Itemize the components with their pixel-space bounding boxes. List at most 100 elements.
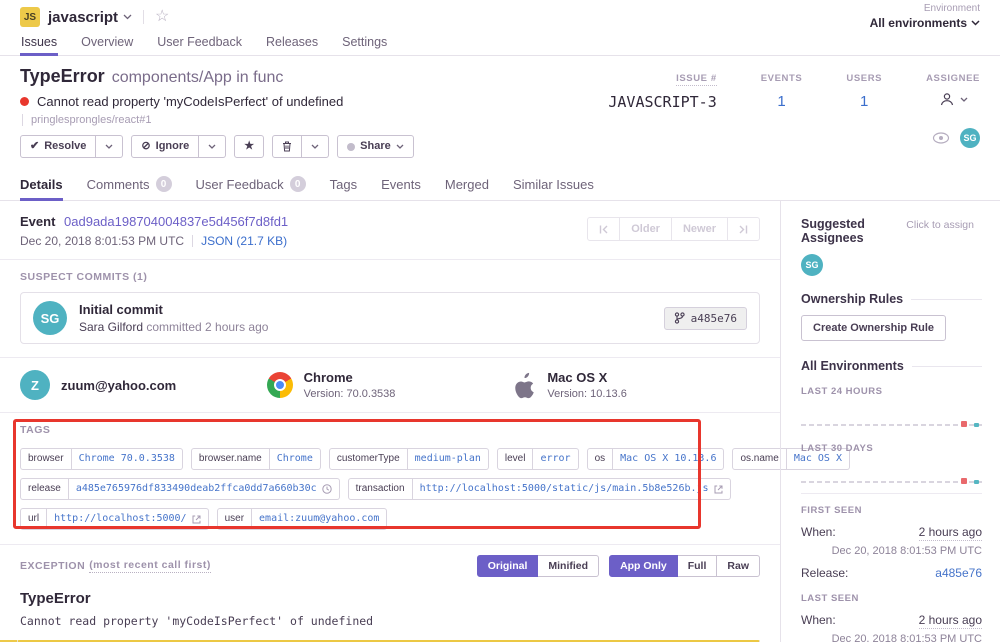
participant-avatar[interactable]: SG [960,128,980,148]
tag-transaction: transactionhttp://localhost:5000/static/… [348,478,731,500]
nav-item-settings[interactable]: Settings [341,30,388,55]
events-count[interactable]: 1 [761,93,803,110]
users-count[interactable]: 1 [846,93,882,110]
source-toggle-group: Original Minified [477,555,599,577]
first-seen-heading: FIRST SEEN [801,505,982,516]
tag-value-link[interactable]: email:zuum@yahoo.com [252,508,387,530]
app-only-toggle[interactable]: App Only [609,555,678,577]
context-user: Z zuum@yahoo.com [20,370,267,400]
tag-value-link[interactable]: a485e765976df833490deab2ffca0dd7a660b30c [69,478,340,500]
users-label: USERS [846,73,882,84]
external-link-icon [192,515,201,524]
nav-item-issues[interactable]: Issues [20,30,58,56]
apple-icon [513,372,536,399]
environment-selector[interactable]: All environments [870,16,980,31]
issue-actions: ✔ Resolve ⊘ Ignore ★ Share [20,135,980,170]
frames-toggle-group: App Only Full Raw [609,555,760,577]
delete-dropdown-button[interactable] [302,135,329,158]
tag-value-link[interactable]: error [533,448,578,470]
older-event-button[interactable]: Older [620,217,672,241]
create-ownership-rule-button[interactable]: Create Ownership Rule [801,315,946,341]
issue-stats: ISSUE # JAVASCRIPT-3 EVENTS 1 USERS 1 AS… [608,68,980,111]
subscribe-eye-icon[interactable] [932,132,950,144]
environment-label: Environment [870,3,980,16]
assignee-dropdown[interactable] [926,91,980,107]
minified-toggle[interactable]: Minified [538,555,599,577]
tag-value-link[interactable]: Mac OS X 10.13.6 [613,448,724,470]
issue-annotation-link[interactable]: pringlesprongles/react#1 [22,114,980,126]
exception-heading: EXCEPTION [20,560,85,572]
exception-value: Cannot read property 'myCodeIsPerfect' o… [20,614,760,628]
issue-type-title: TypeError [20,66,105,86]
raw-toggle[interactable]: Raw [717,555,760,577]
chevron-down-icon[interactable] [123,14,132,20]
share-button[interactable]: Share [337,135,414,158]
events-sparkline-24h [801,397,982,430]
tag-value-link[interactable]: medium-plan [408,448,489,470]
ignore-dropdown-button[interactable] [199,135,226,158]
browser-version: Version: 70.0.3538 [304,388,396,400]
commit-author-avatar: SG [33,301,67,335]
user-avatar: Z [20,370,50,400]
chrome-icon [267,372,293,398]
tag-release: releasea485e765976df833490deab2ffca0dd7a… [20,478,340,500]
event-id-link[interactable]: 0ad9ada198704004837e5d456f7d8fd1 [64,214,288,229]
nav-item-overview[interactable]: Overview [80,30,134,55]
tag-value-link[interactable]: Chrome 70.0.3538 [72,448,183,470]
issue-sidebar: Suggested AssigneesClick to assign SG Ow… [780,201,1000,642]
tab-comments[interactable]: Comments0 [87,170,172,200]
suggested-assignees-title: Suggested Assignees [801,217,900,245]
share-status-dot [347,143,355,151]
nav-item-releases[interactable]: Releases [265,30,319,55]
original-toggle[interactable]: Original [477,555,539,577]
event-toolbar: Event 0ad9ada198704004837e5d456f7d8fd1 D… [0,201,780,260]
when-label: When: [801,613,836,627]
first-seen-release-link[interactable]: a485e76 [935,566,982,580]
feedback-count-badge: 0 [290,176,306,192]
newest-event-button[interactable] [728,217,760,241]
tab-details[interactable]: Details [20,170,63,201]
tab-events[interactable]: Events [381,170,421,200]
nav-item-user-feedback[interactable]: User Feedback [156,30,243,55]
tab-tags[interactable]: Tags [330,170,357,200]
newer-event-button[interactable]: Newer [672,217,728,241]
commit-author: Sara Gilford [79,320,143,334]
tag-value-link[interactable]: http://localhost:5000/static/js/main.5b8… [413,478,731,500]
comments-count-badge: 0 [156,176,172,192]
ignore-button[interactable]: ⊘ Ignore [131,135,199,158]
tag-value-link[interactable]: Chrome [270,448,321,470]
star-button[interactable]: ★ [234,135,264,158]
chevron-down-icon [971,20,980,26]
commit-sha-button[interactable]: a485e76 [664,307,747,330]
issue-short-id: JAVASCRIPT-3 [608,93,716,111]
star-icon: ★ [244,141,254,152]
full-toggle[interactable]: Full [678,555,718,577]
tag-browser: browserChrome 70.0.3538 [20,448,183,470]
error-level-dot [20,97,29,106]
mute-icon: ⊘ [141,141,150,152]
suggested-assignee-avatar[interactable]: SG [801,254,823,276]
last-30-days-label: LAST 30 DAYS [801,443,982,454]
user-email: zuum@yahoo.com [61,378,176,393]
event-json-link[interactable]: JSON (21.7 KB) [201,234,287,248]
delete-button[interactable] [272,135,302,158]
context-browser: Chrome Version: 70.0.3538 [267,370,514,400]
tag-value-link[interactable]: http://localhost:5000/ [47,508,208,530]
tag-url: urlhttp://localhost:5000/ [20,508,209,530]
git-commit-icon [674,312,685,324]
tag-browser-name: browser.nameChrome [191,448,321,470]
tab-user-feedback[interactable]: User Feedback0 [196,170,306,200]
event-date: Dec 20, 2018 8:01:53 PM UTC [20,234,184,248]
resolve-dropdown-button[interactable] [96,135,123,158]
oldest-event-button[interactable] [587,217,620,241]
tab-similar-issues[interactable]: Similar Issues [513,170,594,200]
resolve-button[interactable]: ✔ Resolve [20,135,96,158]
project-selector[interactable]: javascript [48,9,118,26]
event-context-summary: Z zuum@yahoo.com Chrome Version: 70.0.35… [0,358,780,413]
tags-section: TAGS browserChrome 70.0.3538 browser.nam… [0,413,780,545]
last-seen-relative: 2 hours ago [919,613,982,629]
bookmark-star-icon[interactable]: ☆ [155,9,169,25]
first-seen-date: Dec 20, 2018 8:01:53 PM UTC [801,545,982,557]
when-label: When: [801,525,836,539]
tab-merged[interactable]: Merged [445,170,489,200]
